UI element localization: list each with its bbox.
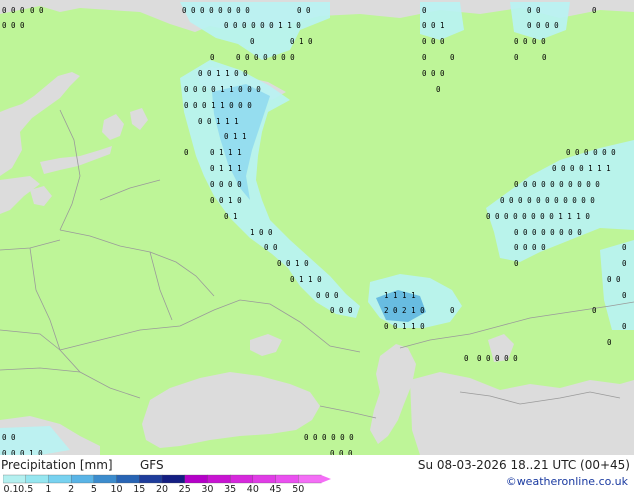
precip-value-label: 0 0 (527, 6, 541, 15)
colorbar-segment (298, 474, 322, 484)
precip-value-label: 0 1 1 0 (290, 275, 322, 284)
precip-value-label: 0 0 0 0 0 0 0 0 (514, 228, 582, 237)
precip-value-label: 0 1 1 1 (210, 148, 242, 157)
precip-value-label: 0 1 1 (224, 132, 247, 141)
precip-value-label: 0 0 0 (2, 21, 25, 30)
precip-value-label: 0 0 0 1 1 0 0 0 (184, 101, 252, 110)
precip-value-label: 0 1 0 (290, 37, 313, 46)
colorbar-segment (3, 474, 27, 484)
precip-value-label: 0 0 (30, 6, 44, 15)
precip-value-label: 0 0 1 1 1 (198, 117, 239, 126)
precip-value-label: 2 0 2 1 0 (384, 306, 425, 315)
precip-value-label: 0 0 0 0 0 0 0 0 (182, 6, 250, 15)
precip-value-label: 0 (422, 6, 427, 15)
precip-value-label: 0 (422, 53, 427, 62)
copyright-link[interactable]: ©weatheronline.co.uk (506, 475, 628, 488)
precip-value-label: 0 (592, 6, 597, 15)
precip-value-label: 0 0 0 0 0 0 1 1 0 (224, 21, 301, 30)
colorbar-ticks: 0.1 0.5 1 2 5 10 15 20 25 30 35 40 45 50 (0, 484, 340, 496)
precip-value-label: 0 (436, 85, 441, 94)
colorbar (3, 474, 331, 484)
precip-value-label: 0 1 (224, 212, 238, 221)
precip-value-label: 0 0 0 0 (210, 180, 242, 189)
precip-value-label: 0 0 1 0 (277, 259, 309, 268)
colorbar-segment (161, 474, 186, 484)
precip-value-label: 1 1 1 1 (384, 291, 416, 300)
precip-value-label: 0 1 1 1 (210, 164, 242, 173)
precip-value-label: 0 (622, 243, 627, 252)
valid-time: Su 08-03-2026 18..21 UTC (00+45) (417, 458, 630, 472)
colorbar-segment (275, 474, 299, 484)
colorbar-segment (184, 474, 208, 484)
precip-value-label: 0 0 0 0 0 (477, 354, 518, 363)
colorbar-segment (139, 474, 163, 484)
precip-value-label: 0 0 0 (2, 6, 25, 15)
precip-value-label: 0 0 0 (316, 291, 339, 300)
precip-value-label: 0 0 0 0 1 1 0 0 0 (184, 85, 261, 94)
precip-value-label: 0 (607, 338, 612, 347)
colorbar-segment (229, 474, 254, 484)
colorbar-segment (48, 474, 72, 484)
precip-value-label: 0 0 0 0 0 0 0 0 0 0 0 (500, 196, 595, 205)
colorbar-segment (70, 474, 95, 484)
precip-value-label: 0 0 0 (422, 37, 445, 46)
precip-value-label: 0 0 0 0 (514, 37, 546, 46)
colorbar-arrow (321, 475, 331, 483)
precip-value-label: 0 (592, 306, 597, 315)
precip-value-label: 0 0 0 (422, 69, 445, 78)
colorbar-segment (93, 474, 118, 484)
colorbar-segment (207, 474, 231, 484)
legend-model: GFS (140, 458, 164, 472)
precip-value-label: 0 (542, 53, 547, 62)
precip-value-label: 0 0 0 0 1 1 1 (552, 164, 611, 173)
legend-title: Precipitation [mm] (1, 458, 113, 472)
precip-value-label: 0 (514, 259, 519, 268)
legend-panel: Precipitation [mm] GFS Su 08-03-2026 18.… (0, 455, 634, 495)
precip-value-label: 0 (450, 53, 455, 62)
precip-value-label: 0 0 0 0 0 0 0 0 0 0 (514, 180, 600, 189)
precip-value-label: 0 (450, 306, 455, 315)
precip-value-label: 0 0 (607, 275, 621, 284)
precip-value-label: 0 (250, 37, 255, 46)
colorbar-segment (116, 474, 140, 484)
precipitation-map[interactable]: 0 0 00 00 0 0 0 0 0 0 00 000 000 0 00 0 … (0, 0, 634, 455)
precip-value-label: 0 (184, 148, 189, 157)
precip-value-label: 0 0 1 1 0 (384, 322, 425, 331)
precip-value-label: 0 0 0 0 (514, 243, 546, 252)
precip-value-label: 0 0 0 0 0 0 (304, 433, 354, 442)
precip-value-label: 0 0 (297, 6, 311, 15)
precip-value-label: 0 0 1 (422, 21, 445, 30)
colorbar-segment (252, 474, 277, 484)
precip-value-label: 0 0 0 0 (527, 21, 559, 30)
precip-value-label: 0 0 0 0 0 0 (566, 148, 616, 157)
precip-value-label: 1 0 0 (250, 228, 273, 237)
precip-value-label: 0 (514, 53, 519, 62)
precip-value-label: 0 (622, 259, 627, 268)
precip-value-label: 0 0 1 0 (210, 196, 242, 205)
precip-value-label: 0 (464, 354, 469, 363)
precip-value-label: 0 (622, 322, 627, 331)
precip-value-label: 0 0 0 (330, 306, 353, 315)
precip-value-label: 0 0 (2, 433, 16, 442)
map-canvas: 0 0 00 00 0 0 0 0 0 0 00 000 0 00 0 00 0 … (0, 0, 634, 455)
precip-value-label: 0 (622, 291, 627, 300)
precip-value-label: 0 0 1 1 0 0 (198, 69, 248, 78)
precip-value-label: 0 (210, 53, 215, 62)
precip-value-label: 0 0 (264, 243, 278, 252)
precip-value-label: 0 0 0 0 0 0 0 0 1 1 1 0 (486, 212, 590, 221)
colorbar-segment (25, 474, 49, 484)
precip-value-label: 0 0 0 0 0 0 0 (236, 53, 295, 62)
